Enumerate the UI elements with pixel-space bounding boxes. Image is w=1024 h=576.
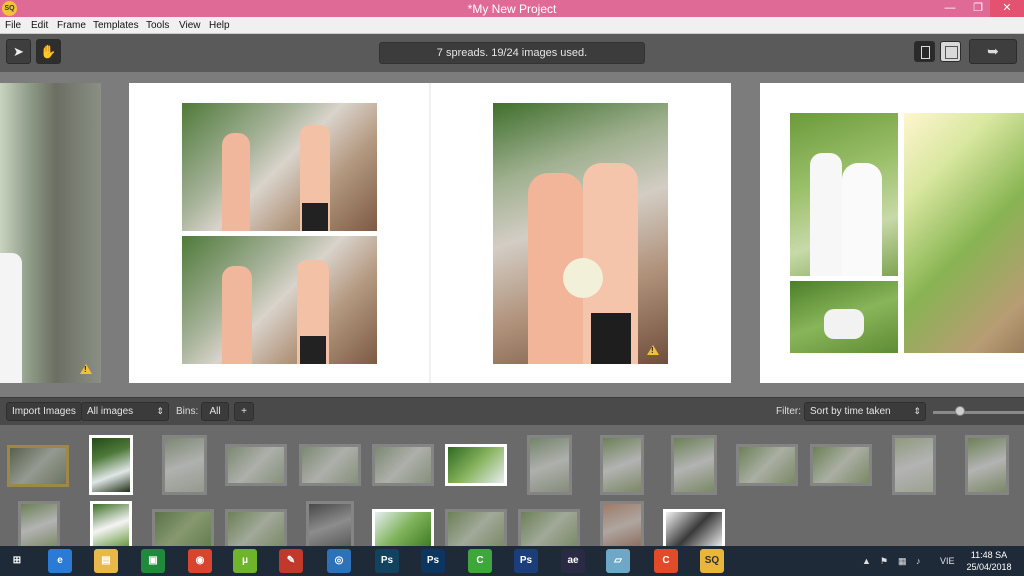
menu-frame[interactable]: Frame xyxy=(57,20,86,31)
image-thumbnail[interactable] xyxy=(892,435,936,495)
image-thumbnail[interactable] xyxy=(810,444,872,486)
clock[interactable]: 11:48 SA 25/04/2018 xyxy=(961,549,1017,573)
filter-label: Filter: xyxy=(776,406,801,417)
notes-icon[interactable]: ▱ xyxy=(606,549,630,573)
image-thumbnail[interactable] xyxy=(372,444,434,486)
add-bin-button[interactable]: + xyxy=(234,402,254,421)
image-thumbnail[interactable] xyxy=(445,444,507,486)
menu-templates[interactable]: Templates xyxy=(93,20,139,31)
photoshop-3-icon[interactable]: Ps xyxy=(514,549,538,573)
utorrent-icon[interactable]: μ xyxy=(233,549,257,573)
spread-photo[interactable] xyxy=(904,113,1024,353)
network-icon[interactable]: ▦ xyxy=(898,556,907,567)
image-thumbnail[interactable] xyxy=(518,509,580,546)
image-thumbnail[interactable] xyxy=(736,444,798,486)
spread-canvas[interactable] xyxy=(0,72,1024,397)
media-icon[interactable]: ◎ xyxy=(327,549,351,573)
menu-help[interactable]: Help xyxy=(209,20,230,31)
spread-photo[interactable] xyxy=(790,113,898,276)
zoom-slider-handle[interactable] xyxy=(955,406,965,416)
low-resolution-warning-icon xyxy=(80,364,92,374)
image-thumbnail[interactable] xyxy=(671,435,717,495)
window-title: *My New Project xyxy=(467,2,557,16)
camtasia-recorder-icon[interactable]: C xyxy=(654,549,678,573)
image-thumbnail[interactable] xyxy=(527,435,572,495)
sort-select[interactable]: Sort by time taken ⇕ xyxy=(804,402,926,421)
image-thumbnail[interactable] xyxy=(663,509,725,546)
image-thumbnail[interactable] xyxy=(18,501,60,546)
image-thumbnail[interactable] xyxy=(90,501,132,546)
thumbnail-zoom-slider[interactable] xyxy=(933,411,1024,414)
image-thumbnail[interactable] xyxy=(600,501,644,546)
bins-label: Bins: xyxy=(176,406,199,417)
tray-expand-icon[interactable]: ▲ xyxy=(862,556,871,566)
spread-next[interactable] xyxy=(760,83,1024,383)
windows-start-icon[interactable]: ⊞ xyxy=(5,549,29,573)
after-effects-icon[interactable]: ae xyxy=(561,549,585,573)
pointer-icon[interactable]: ➤ xyxy=(6,39,31,64)
image-bin xyxy=(0,425,1024,546)
spread-photo[interactable] xyxy=(182,236,377,364)
toolbar: ➤ ✋ 7 spreads. 19/24 images used. ➥ xyxy=(0,34,1024,72)
image-thumbnail[interactable] xyxy=(7,445,69,487)
spread-photo[interactable] xyxy=(493,103,668,364)
import-images-button[interactable]: Import Images xyxy=(6,402,82,421)
title-bar: SQ *My New Project — ❐ ✕ xyxy=(0,0,1024,17)
store-icon[interactable]: ▣ xyxy=(141,549,165,573)
image-thumbnail[interactable] xyxy=(600,435,644,495)
image-source-select[interactable]: All images ⇕ xyxy=(81,402,169,421)
image-bin-bar: Import Images All images ⇕ Bins: All + F… xyxy=(0,397,1024,425)
image-thumbnail[interactable] xyxy=(89,435,133,495)
input-language[interactable]: VIE xyxy=(940,556,955,566)
file-explorer-icon[interactable]: ▤ xyxy=(94,549,118,573)
image-thumbnail[interactable] xyxy=(162,435,207,495)
maximize-icon[interactable]: ❐ xyxy=(965,0,991,17)
flag-icon[interactable]: ⚑ xyxy=(880,556,888,567)
paint-icon[interactable]: ✎ xyxy=(279,549,303,573)
menu-edit[interactable]: Edit xyxy=(31,20,48,31)
low-resolution-warning-icon xyxy=(647,345,659,355)
image-thumbnail[interactable] xyxy=(965,435,1009,495)
spread-view-icon[interactable] xyxy=(940,41,961,62)
camtasia-icon[interactable]: C xyxy=(468,549,492,573)
clock-time: 11:48 SA xyxy=(970,550,1008,560)
image-thumbnail[interactable] xyxy=(306,501,354,546)
export-icon[interactable]: ➥ xyxy=(969,39,1017,64)
menu-bar: File Edit Frame Templates Tools View Hel… xyxy=(0,17,1024,34)
image-thumbnail[interactable] xyxy=(445,509,507,546)
clock-date: 25/04/2018 xyxy=(966,562,1012,572)
updown-arrow-icon: ⇕ xyxy=(156,406,164,416)
single-page-view-icon[interactable] xyxy=(914,41,935,62)
internet-explorer-icon[interactable]: e xyxy=(48,549,72,573)
chrome-icon[interactable]: ◉ xyxy=(188,549,212,573)
image-thumbnail[interactable] xyxy=(372,509,434,546)
spread-photo[interactable] xyxy=(182,103,377,231)
spread-center[interactable] xyxy=(129,83,731,383)
image-thumbnail[interactable] xyxy=(225,444,287,486)
spread-photo[interactable] xyxy=(790,281,898,353)
spread-photo[interactable] xyxy=(0,83,101,383)
image-thumbnail[interactable] xyxy=(225,509,287,546)
photoshop-2-icon[interactable]: Ps xyxy=(421,549,445,573)
minimize-icon[interactable]: — xyxy=(937,0,963,17)
menu-file[interactable]: File xyxy=(5,20,21,31)
volume-icon[interactable]: ♪ xyxy=(916,556,921,566)
hand-icon[interactable]: ✋ xyxy=(36,39,61,64)
photoshop-icon[interactable]: Ps xyxy=(375,549,399,573)
close-icon[interactable]: ✕ xyxy=(990,0,1024,17)
project-status: 7 spreads. 19/24 images used. xyxy=(379,42,645,64)
windows-taskbar: ⊞ e ▤ ▣ ◉ μ ✎ ◎ Ps Ps C Ps ae ▱ C SQ ▲ ⚑ ▦ ♪ VIE 11:48 … xyxy=(0,546,1024,576)
bins-select[interactable]: All xyxy=(201,402,229,421)
menu-tools[interactable]: Tools xyxy=(146,20,169,31)
sort-value: Sort by time taken xyxy=(810,406,891,417)
menu-view[interactable]: View xyxy=(179,20,201,31)
smart-albums-icon[interactable]: SQ xyxy=(700,549,724,573)
image-thumbnail[interactable] xyxy=(299,444,361,486)
updown-arrow-icon: ⇕ xyxy=(913,406,921,416)
image-source-value: All images xyxy=(87,406,134,417)
image-thumbnail[interactable] xyxy=(152,509,214,546)
